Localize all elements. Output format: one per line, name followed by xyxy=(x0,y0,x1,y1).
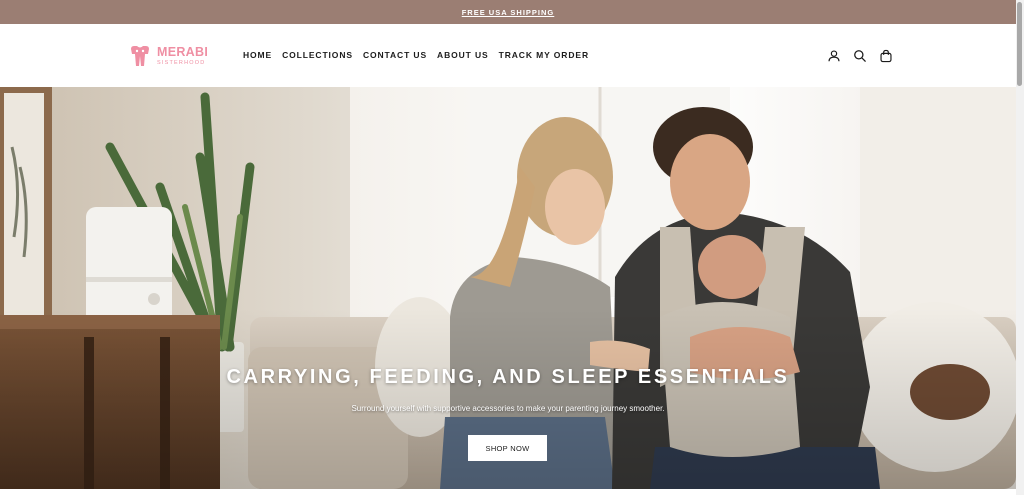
main-nav: HOME COLLECTIONS CONTACT US ABOUT US TRA… xyxy=(243,50,599,60)
cart-bag-icon[interactable] xyxy=(877,47,895,65)
nav-item-about-us[interactable]: ABOUT US xyxy=(437,50,489,60)
nav-item-track-my-order[interactable]: TRACK MY ORDER xyxy=(499,50,589,60)
brand-logo[interactable]: MERABI SISTERHOOD xyxy=(128,43,208,69)
brand-tagline: SISTERHOOD xyxy=(157,59,206,66)
announcement-bar: FREE USA SHIPPING xyxy=(0,0,1016,24)
site-header: MERABI SISTERHOOD HOME COLLECTIONS CONTA… xyxy=(0,24,1016,87)
account-icon[interactable] xyxy=(825,47,843,65)
hero-subtitle: Surround yourself with supportive access… xyxy=(351,404,665,413)
nav-item-home[interactable]: HOME xyxy=(243,50,272,60)
shop-now-button[interactable]: SHOP NOW xyxy=(468,435,547,461)
search-icon[interactable] xyxy=(851,47,869,65)
logo-mark-icon xyxy=(131,46,149,66)
page-content-below xyxy=(0,489,1016,495)
nav-item-contact-us[interactable]: CONTACT US xyxy=(363,50,427,60)
nav-item-collections[interactable]: COLLECTIONS xyxy=(282,50,353,60)
header-actions xyxy=(825,47,895,65)
scrollbar-thumb[interactable] xyxy=(1017,2,1022,86)
hero-banner: CARRYING, FEEDING, AND SLEEP ESSENTIALS … xyxy=(0,87,1016,489)
hero-title: CARRYING, FEEDING, AND SLEEP ESSENTIALS xyxy=(226,366,790,388)
brand-name: MERABI xyxy=(157,45,209,59)
hero-overlay xyxy=(0,87,1016,489)
announcement-link[interactable]: FREE USA SHIPPING xyxy=(462,8,555,17)
